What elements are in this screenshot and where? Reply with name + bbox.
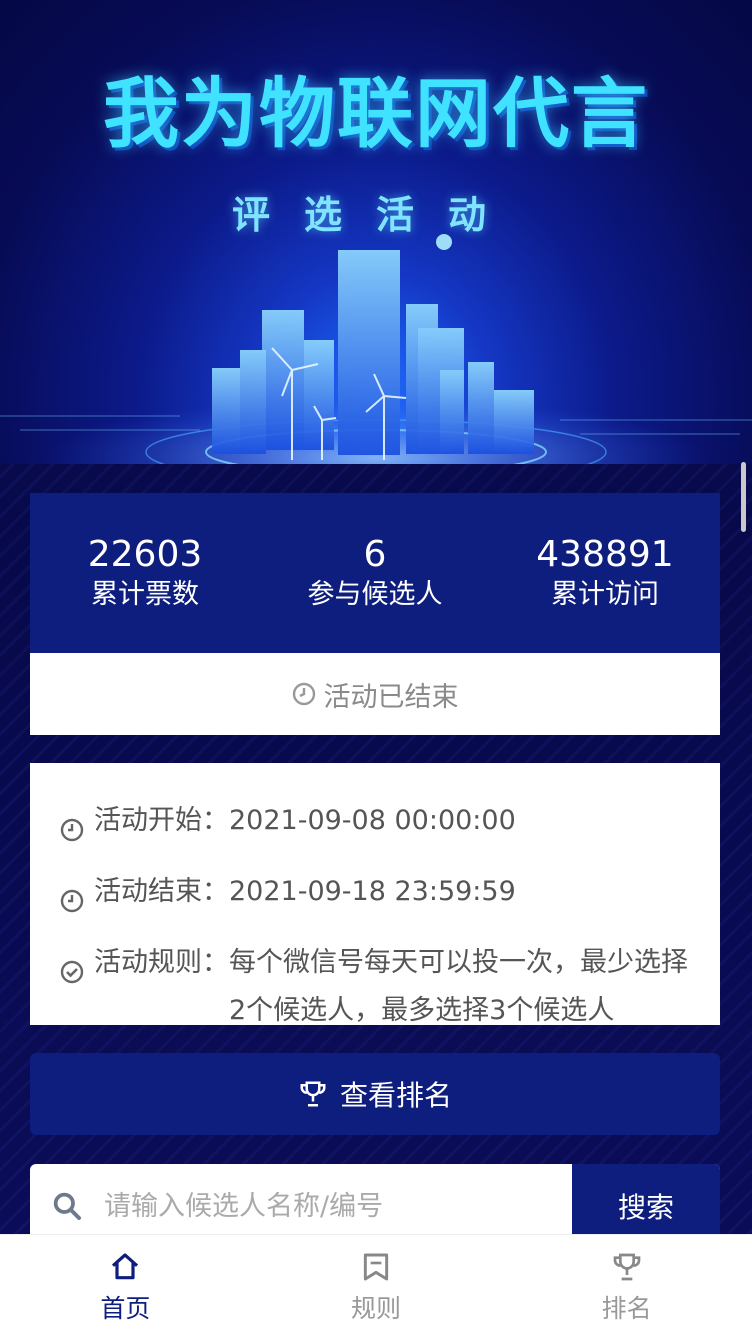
check-circle-icon [60, 960, 84, 984]
clock-icon [60, 889, 84, 913]
bottom-tab-bar: 首页 规则 排名 [0, 1234, 752, 1337]
tab-label: 首页 [100, 1294, 151, 1323]
info-start-time: 活动开始： 2021-09-08 00:00:00 [60, 797, 690, 858]
info-value: 2021-09-08 00:00:00 [229, 805, 516, 836]
tab-label: 排名 [601, 1294, 652, 1323]
city-skyline-illustration [0, 234, 752, 464]
search-icon [53, 1192, 81, 1220]
view-ranking-button[interactable]: 查看排名 [30, 1053, 720, 1135]
stat-value: 6 [363, 534, 387, 575]
stat-value: 22603 [87, 534, 203, 575]
hero-banner: 我为物联网代言 评选活动 [0, 0, 752, 464]
info-key: 活动结束： [94, 876, 229, 907]
info-key: 活动开始： [94, 805, 229, 836]
stat-total-visits: 438891 累计访问 [490, 533, 720, 613]
trophy-icon [300, 1081, 326, 1107]
home-icon [112, 1253, 139, 1280]
activity-info-card: 活动开始： 2021-09-08 00:00:00 活动结束： 2021-09-… [30, 763, 720, 1026]
info-end-time: 活动结束： 2021-09-18 23:59:59 [60, 868, 690, 929]
info-value: 2021-09-18 23:59:59 [229, 876, 516, 907]
tab-home[interactable]: 首页 [0, 1235, 251, 1337]
stat-total-votes: 22603 累计票数 [30, 533, 260, 613]
info-key: 活动规则： [94, 947, 229, 978]
stat-label: 累计票数 [91, 579, 199, 610]
rules-icon [363, 1253, 389, 1281]
activity-status: 活动已结束 [30, 653, 720, 735]
view-ranking-label: 查看排名 [339, 1079, 452, 1112]
stat-label: 累计访问 [551, 579, 659, 610]
clock-icon [292, 682, 315, 706]
page-scrollbar[interactable] [741, 462, 746, 532]
tab-ranking[interactable]: 排名 [501, 1235, 752, 1337]
info-rules: 活动规则： 每个微信号每天可以投一次，最少选择2个候选人，最多选择3个候选人 [60, 939, 690, 1035]
info-value: 每个微信号每天可以投一次，最少选择2个候选人，最多选择3个候选人 [229, 947, 688, 1026]
stat-value: 438891 [536, 534, 674, 575]
trophy-icon [613, 1253, 641, 1281]
stat-candidates: 6 参与候选人 [260, 533, 490, 613]
hero-title: 我为物联网代言 [103, 69, 649, 158]
tab-label: 规则 [351, 1294, 402, 1323]
statistics-panel: 22603 累计票数 6 参与候选人 438891 累计访问 [30, 493, 720, 653]
clock-icon [60, 818, 84, 842]
tab-rules[interactable]: 规则 [251, 1235, 502, 1337]
stat-label: 参与候选人 [307, 579, 443, 610]
status-text: 活动已结束 [323, 681, 459, 713]
